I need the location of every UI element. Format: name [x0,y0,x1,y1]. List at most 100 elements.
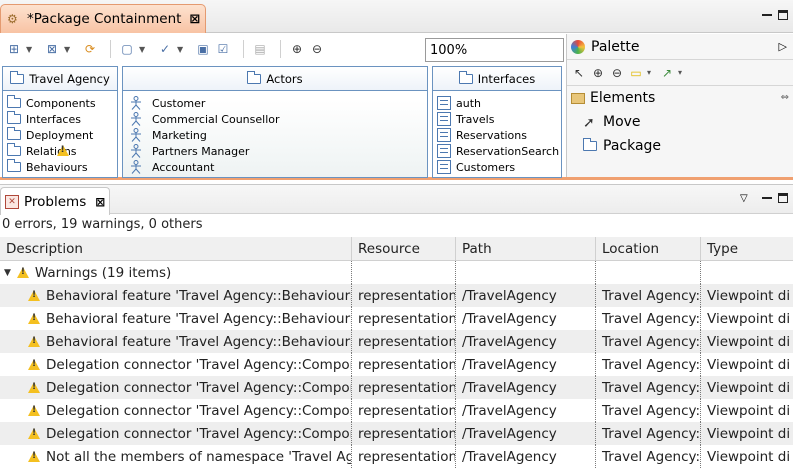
minimize-icon[interactable] [762,10,772,16]
palette-header: Palette ▷ [567,34,793,60]
collapse-palette-icon[interactable]: ▷ [779,40,787,53]
diagram-icon: ⚙ [7,12,18,26]
filter-icon[interactable]: ✓ [157,41,173,57]
chevron-down-icon[interactable]: ▼ [139,45,147,54]
palette-tool-move[interactable]: ➚ Move [567,110,793,134]
warning-icon [28,358,40,371]
maximize-icon[interactable] [778,10,788,20]
arrange-icon[interactable]: ⊞ [6,41,22,57]
chevron-down-icon[interactable]: ▼ [177,45,185,54]
list-item[interactable]: Partners Manager [123,143,427,159]
container-actors[interactable]: Actors Customer Commercial Counsellor Ma… [122,66,428,178]
actor-icon [131,128,141,142]
zoom-in-icon[interactable]: ⊕ [289,41,305,57]
warning-icon [28,381,40,394]
list-item[interactable]: Accountant [123,159,427,175]
tab-problems[interactable]: ✕ Problems ⊠ [0,187,110,215]
editor-tab-package-containment[interactable]: ⚙ *Package Containment ⊠ [0,4,206,33]
select-arrow-icon[interactable]: ↖ [571,65,587,81]
column-path[interactable]: Path [456,237,596,261]
table-row[interactable]: Behavioral feature 'Travel Agency::Behav… [0,307,793,330]
package-icon [7,95,21,108]
refresh-icon[interactable]: ⟳ [82,41,98,57]
layers-icon[interactable]: ⊠ [44,41,60,57]
note-attachment-icon[interactable]: ↗ [659,65,675,81]
table-row[interactable]: Behavioral feature 'Travel Agency::Behav… [0,284,793,307]
list-item[interactable]: Components [3,95,117,111]
warning-icon [28,289,40,302]
list-item[interactable]: auth [433,95,561,111]
view-menu-icon[interactable]: ▽ [740,193,748,204]
close-icon[interactable]: ⊠ [189,12,200,27]
zoom-in-icon[interactable]: ⊕ [590,65,606,81]
expand-arrow-icon[interactable]: ▼ [4,268,11,278]
diagram-editor: ⚙ *Package Containment ⊠ ⊞ ▼ ⊠ ▼ ⟳ ▢ ▼ ✓… [0,0,793,180]
pin-icon[interactable]: ⇔ [781,92,789,103]
list-item[interactable]: Customers [433,159,561,175]
list-item[interactable]: Customer [123,95,427,111]
list-item[interactable]: Deployment [3,127,117,143]
column-resource[interactable]: Resource [352,237,456,261]
list-item[interactable]: Commercial Counsellor [123,111,427,127]
problems-table-header: Description Resource Path Location Type [0,237,793,261]
container-travel-agency[interactable]: Travel Agency Components Interfaces Depl… [2,66,118,178]
package-icon [7,159,21,172]
palette-icon [571,39,585,54]
minimize-icon[interactable] [762,193,772,199]
actor-list: Customer Commercial Counsellor Marketing… [123,91,427,175]
validate-icon[interactable]: ☑ [215,41,231,57]
interface-list: auth Travels Reservations ReservationSea… [433,91,561,175]
maximize-icon[interactable] [778,193,788,203]
table-row[interactable]: Delegation connector 'Travel Agency::Com… [0,422,793,445]
group-label: Warnings (19 items) [34,264,172,281]
actor-icon [131,144,141,158]
table-row[interactable]: Delegation connector 'Travel Agency::Com… [0,376,793,399]
chevron-down-icon[interactable]: ▼ [26,45,34,54]
column-description[interactable]: Description [0,237,352,261]
diagram-canvas[interactable]: ⊞ ▼ ⊠ ▼ ⟳ ▢ ▼ ✓ ▼ ▣ ☑ ▤ ⊕ ⊖ Travel Agenc… [0,34,566,178]
list-item[interactable]: Behaviours [3,159,117,175]
table-row[interactable]: Delegation connector 'Travel Agency::Com… [0,353,793,376]
editor-tab-label: *Package Containment [27,11,182,27]
export-image-icon[interactable]: ▣ [195,41,211,57]
column-type[interactable]: Type [701,237,793,261]
column-location[interactable]: Location [596,237,701,261]
copy-format-icon[interactable]: ▤ [252,41,268,57]
list-item[interactable]: ReservationSearch [433,143,561,159]
close-icon[interactable]: ⊠ [95,195,105,209]
palette-title: Palette [591,38,640,55]
select-all-icon[interactable]: ▢ [119,41,135,57]
palette-tool-package[interactable]: Package [567,134,793,158]
package-icon [247,70,262,84]
drawer-label: Elements [590,90,656,106]
container-header: Travel Agency [3,67,117,91]
interface-icon [437,112,451,126]
package-icon [7,111,21,124]
chevron-down-icon[interactable]: ▾ [647,68,655,77]
chevron-down-icon[interactable]: ▾ [678,68,686,77]
interface-icon [437,160,451,174]
package-icon [583,138,597,151]
folder-icon [571,92,585,104]
container-interfaces[interactable]: Interfaces auth Travels Reservations Res… [432,66,562,178]
note-icon[interactable]: ▭ [628,65,644,81]
list-item[interactable]: Marketing [123,127,427,143]
warning-icon [16,266,29,279]
warning-icon [28,450,40,463]
zoom-out-icon[interactable]: ⊖ [609,65,625,81]
zoom-out-icon[interactable]: ⊖ [309,41,325,57]
container-header: Actors [123,67,427,91]
table-group-row[interactable]: ▼ Warnings (19 items) [0,261,793,284]
zoom-field[interactable] [425,38,564,62]
list-item[interactable]: Reservations [433,127,561,143]
list-item[interactable]: Interfaces [3,111,117,127]
table-row[interactable]: Delegation connector 'Travel Agency::Com… [0,399,793,422]
palette-drawer-elements[interactable]: Elements [567,86,793,110]
chevron-down-icon[interactable]: ▼ [64,45,72,54]
table-row[interactable]: Behavioral feature 'Travel Agency::Behav… [0,330,793,353]
list-item[interactable]: Relations [3,143,117,159]
list-item[interactable]: Travels [433,111,561,127]
actor-icon [131,160,141,174]
table-row[interactable]: Not all the members of namespace 'Travel… [0,445,793,468]
interface-icon [437,96,451,110]
